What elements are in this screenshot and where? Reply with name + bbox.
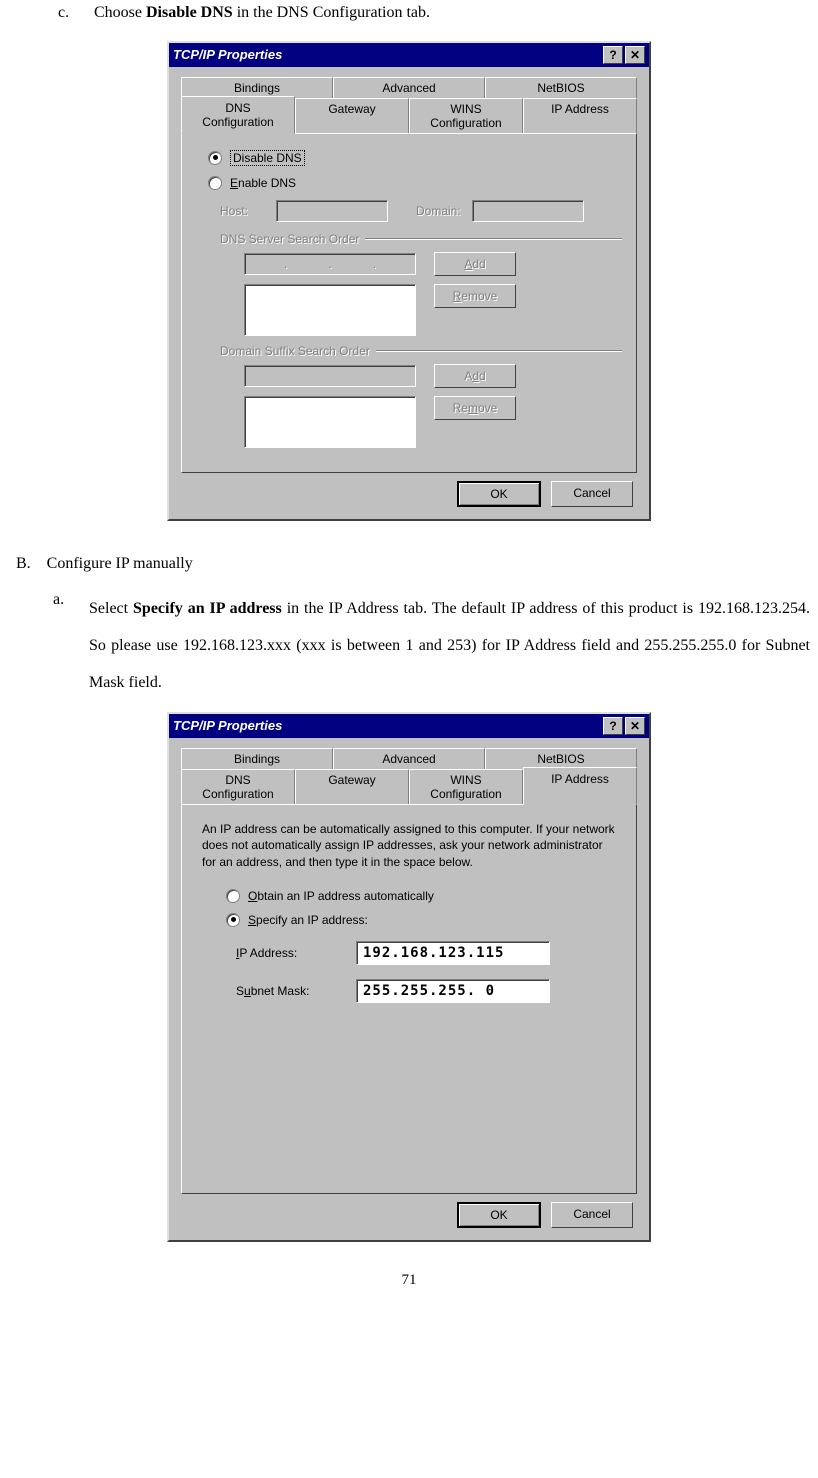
ip-address-label: IP Address: xyxy=(236,946,336,960)
radio-icon xyxy=(226,889,240,903)
radio-specify-ip[interactable]: Specify an IP address: xyxy=(226,913,622,927)
section-marker: B. xyxy=(16,551,31,577)
window-title: TCP/IP Properties xyxy=(173,718,282,733)
step-text: Select Specify an IP address in the IP A… xyxy=(89,591,810,701)
ok-button[interactable]: OK xyxy=(457,1202,541,1228)
section-title: Configure IP manually xyxy=(47,551,193,577)
domain-label: Domain: xyxy=(416,204,464,218)
tab-gateway[interactable]: Gateway xyxy=(295,98,409,134)
radio-label: Specify an IP address: xyxy=(248,913,368,927)
radio-label: Disable DNS xyxy=(230,150,305,166)
radio-icon xyxy=(208,176,222,190)
suffix-remove-button: Remove xyxy=(434,396,516,420)
close-button[interactable]: ✕ xyxy=(625,46,645,64)
titlebar[interactable]: TCP/IP Properties ? ✕ xyxy=(169,714,649,738)
dns-ip-input: . . . xyxy=(244,253,416,275)
dns-list xyxy=(244,284,416,336)
dns-order-label: DNS Server Search Order xyxy=(220,232,359,246)
tab-ip-address[interactable]: IP Address xyxy=(523,98,637,134)
tab-ip-address[interactable]: IP Address xyxy=(523,767,637,805)
window-title: TCP/IP Properties xyxy=(173,47,282,62)
page-number: 71 xyxy=(8,1272,810,1289)
cancel-button[interactable]: Cancel xyxy=(551,481,633,507)
dns-add-button: Add xyxy=(434,252,516,276)
step-text: Choose Disable DNS in the DNS Configurat… xyxy=(94,0,790,26)
suffix-input xyxy=(244,365,416,387)
step-marker: c. xyxy=(58,0,76,26)
host-label: Host: xyxy=(220,204,268,218)
help-button[interactable]: ? xyxy=(603,46,623,64)
dns-remove-button: Remove xyxy=(434,284,516,308)
tab-advanced[interactable]: Advanced xyxy=(333,748,485,770)
host-input xyxy=(276,200,388,222)
step-marker: a. xyxy=(53,591,71,701)
radio-disable-dns[interactable]: Disable DNS xyxy=(208,150,622,166)
tab-dns-configuration[interactable]: DNS Configuration xyxy=(181,96,295,134)
instruction-step-c: c. Choose Disable DNS in the DNS Configu… xyxy=(58,0,790,26)
tab-gateway[interactable]: Gateway xyxy=(295,769,409,805)
tab-advanced[interactable]: Advanced xyxy=(333,77,485,99)
radio-obtain-auto[interactable]: Obtain an IP address automatically xyxy=(226,889,622,903)
tab-pane-ip: An IP address can be automatically assig… xyxy=(181,804,637,1194)
section-b-heading: B. Configure IP manually xyxy=(16,551,802,577)
close-button[interactable]: ✕ xyxy=(625,717,645,735)
tab-dns-configuration[interactable]: DNS Configuration xyxy=(181,769,295,805)
ip-description: An IP address can be automatically assig… xyxy=(202,821,616,871)
titlebar[interactable]: TCP/IP Properties ? ✕ xyxy=(169,43,649,67)
tab-wins-configuration[interactable]: WINS Configuration xyxy=(409,769,523,805)
suffix-list xyxy=(244,396,416,448)
instruction-step-a: a. Select Specify an IP address in the I… xyxy=(53,591,810,701)
radio-label: Obtain an IP address automatically xyxy=(248,889,434,903)
radio-icon xyxy=(208,151,222,165)
cancel-button[interactable]: Cancel xyxy=(551,1202,633,1228)
tab-bindings[interactable]: Bindings xyxy=(181,748,333,770)
subnet-mask-input[interactable]: 255.255.255. 0 xyxy=(356,979,550,1003)
radio-label: Enable DNS xyxy=(230,176,296,190)
domain-input xyxy=(472,200,584,222)
tab-row-2: DNS Configuration Gateway WINS Configura… xyxy=(181,98,637,134)
tcpip-properties-dialog-ip: TCP/IP Properties ? ✕ Bindings Advanced … xyxy=(167,712,651,1242)
suffix-order-label: Domain Suffix Search Order xyxy=(220,344,370,358)
ok-button[interactable]: OK xyxy=(457,481,541,507)
tab-row-2: DNS Configuration Gateway WINS Configura… xyxy=(181,769,637,805)
ip-address-input[interactable]: 192.168.123.115 xyxy=(356,941,550,965)
subnet-mask-label: Subnet Mask: xyxy=(236,984,336,998)
tcpip-properties-dialog-dns: TCP/IP Properties ? ✕ Bindings Advanced … xyxy=(167,41,651,521)
tab-pane-dns: Disable DNS Enable DNS Host: Domain: DNS… xyxy=(181,133,637,473)
tab-netbios[interactable]: NetBIOS xyxy=(485,77,637,99)
radio-enable-dns[interactable]: Enable DNS xyxy=(208,176,622,190)
suffix-add-button: Add xyxy=(434,364,516,388)
help-button[interactable]: ? xyxy=(603,717,623,735)
tab-wins-configuration[interactable]: WINS Configuration xyxy=(409,98,523,134)
radio-icon xyxy=(226,913,240,927)
